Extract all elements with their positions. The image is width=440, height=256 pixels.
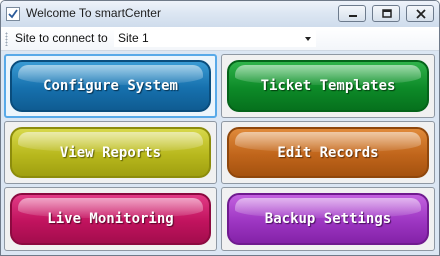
- close-button[interactable]: [406, 5, 434, 22]
- minimize-icon: [349, 15, 357, 17]
- live-monitoring-label: Live Monitoring: [47, 211, 174, 227]
- ticket-templates-button[interactable]: Ticket Templates: [227, 60, 429, 112]
- panel-ticket-templates: Ticket Templates: [221, 54, 435, 118]
- edit-records-button[interactable]: Edit Records: [227, 127, 429, 178]
- checkmark-icon: [6, 7, 20, 21]
- backup-settings-label: Backup Settings: [264, 211, 392, 227]
- site-dropdown[interactable]: Site 1: [114, 30, 316, 47]
- site-dropdown-value: Site 1: [118, 31, 149, 45]
- window-title: Welcome To smartCenter: [26, 6, 161, 20]
- minimize-button[interactable]: [338, 5, 366, 22]
- panel-view-reports: View Reports: [4, 121, 217, 184]
- chevron-down-icon: [305, 37, 311, 41]
- site-toolbar: Site to connect to Site 1: [1, 27, 439, 51]
- toolbar-grip[interactable]: [5, 32, 8, 46]
- view-reports-label: View Reports: [59, 144, 162, 161]
- close-icon: [416, 9, 426, 19]
- maximize-icon: [382, 9, 392, 18]
- site-label: Site to connect to: [15, 31, 108, 45]
- edit-records-label: Edit Records: [277, 144, 379, 161]
- main-window: Welcome To smartCenter Site to connect t…: [0, 0, 440, 256]
- maximize-button[interactable]: [372, 5, 400, 22]
- panel-configure-system: Configure System: [4, 54, 217, 118]
- configure-system-label: Configure System: [43, 78, 178, 94]
- panel-backup-settings: Backup Settings: [221, 187, 435, 251]
- title-bar[interactable]: Welcome To smartCenter: [1, 1, 439, 27]
- configure-system-button[interactable]: Configure System: [10, 60, 211, 112]
- live-monitoring-button[interactable]: Live Monitoring: [10, 193, 211, 245]
- panel-live-monitoring: Live Monitoring: [4, 187, 217, 251]
- backup-settings-button[interactable]: Backup Settings: [227, 193, 429, 245]
- ticket-templates-label: Ticket Templates: [260, 78, 396, 94]
- view-reports-button[interactable]: View Reports: [10, 127, 211, 178]
- panel-edit-records: Edit Records: [221, 121, 435, 184]
